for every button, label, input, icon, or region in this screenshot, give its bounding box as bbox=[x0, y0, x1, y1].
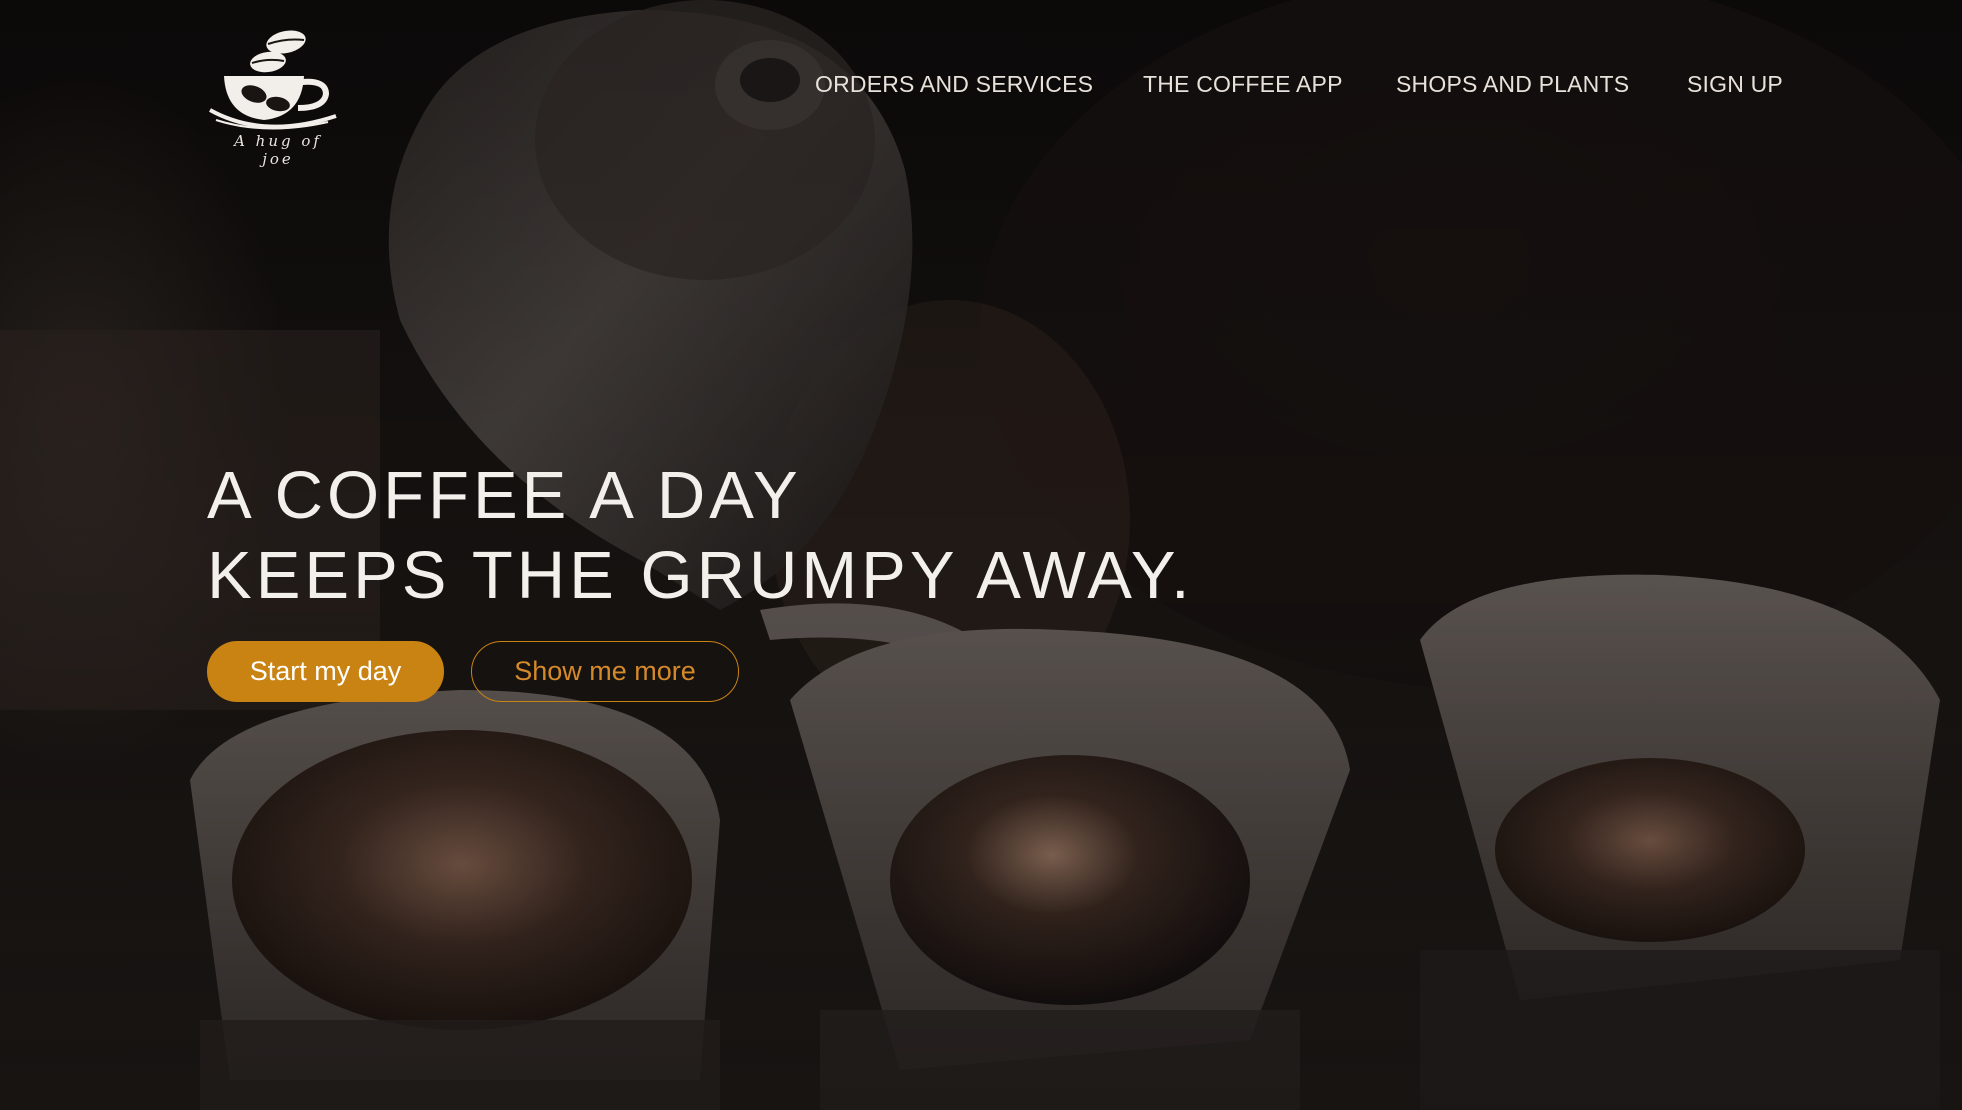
start-my-day-button[interactable]: Start my day bbox=[207, 641, 444, 702]
main-navigation: ORDERS AND SERVICES THE COFFEE APP SHOPS… bbox=[0, 64, 1962, 104]
brand-tagline: A hug of joe bbox=[234, 132, 322, 168]
hero-section: A hug of joe ORDERS AND SERVICES THE COF… bbox=[0, 0, 1962, 1110]
nav-link-sign-up[interactable]: SIGN UP bbox=[1687, 64, 1783, 104]
hero-headline: A COFFEE A DAY KEEPS THE GRUMPY AWAY. bbox=[207, 456, 1194, 616]
hero-headline-line-1: A COFFEE A DAY bbox=[207, 458, 802, 533]
nav-link-shops-and-plants[interactable]: SHOPS AND PLANTS bbox=[1396, 64, 1629, 104]
show-me-more-button[interactable]: Show me more bbox=[471, 641, 739, 702]
nav-link-the-coffee-app[interactable]: THE COFFEE APP bbox=[1143, 64, 1343, 104]
hero-headline-line-2: KEEPS THE GRUMPY AWAY. bbox=[207, 538, 1194, 613]
nav-link-orders-and-services[interactable]: ORDERS AND SERVICES bbox=[815, 64, 1093, 104]
